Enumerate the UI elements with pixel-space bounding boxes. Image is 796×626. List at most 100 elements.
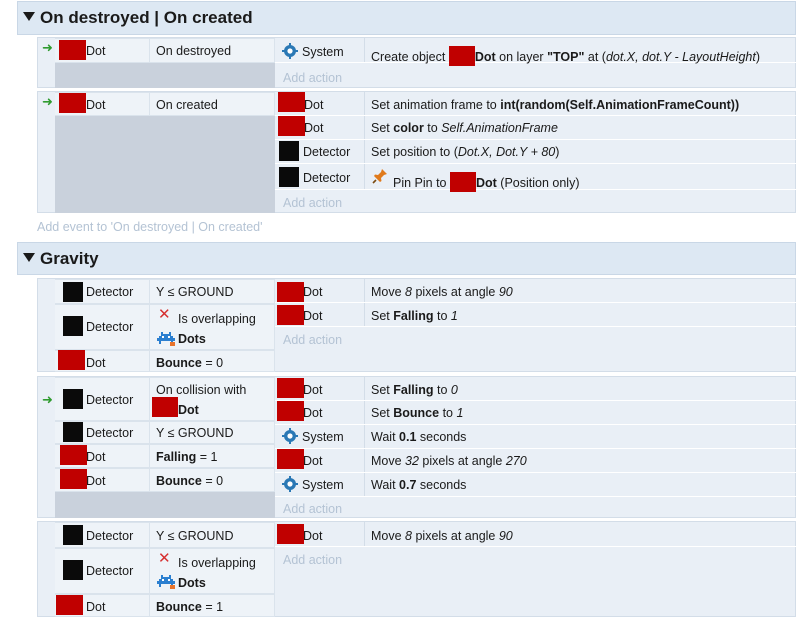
action-row[interactable] [275, 425, 796, 449]
dot-object-icon [277, 378, 304, 398]
object-name: Dot [86, 600, 106, 614]
action-text[interactable]: Set Bounce to 1 [371, 406, 463, 420]
add-event-link[interactable]: Add event to 'On destroyed | On created' [37, 220, 263, 234]
condition-text[interactable]: On created [156, 98, 218, 112]
object-name: Dot [178, 403, 199, 417]
family-name: Dots [178, 332, 206, 346]
action-row[interactable] [275, 449, 796, 473]
dot-object-icon [277, 401, 304, 421]
action-row[interactable] [275, 377, 796, 401]
gear-icon [282, 428, 298, 444]
group-title: Gravity [40, 249, 99, 268]
object-name: Dot [86, 356, 106, 370]
dot-object-icon [59, 40, 86, 60]
object-name: Dot [303, 285, 323, 299]
add-action-link[interactable]: Add action [283, 196, 342, 210]
action-row[interactable] [275, 522, 796, 547]
dot-object-icon [59, 93, 86, 113]
detector-object-icon [63, 282, 83, 302]
trigger-arrow-icon: ➜ [42, 94, 53, 109]
object-name: Dot [303, 383, 323, 397]
invert-x-icon: ✕ [158, 550, 171, 567]
condition-text[interactable]: On destroyed [156, 44, 231, 58]
group-header-on-destroyed[interactable]: On destroyed | On created [17, 1, 796, 35]
dot-object-icon [60, 469, 87, 489]
object-name: Dot [303, 309, 323, 323]
action-text[interactable]: Set color to Self.AnimationFrame [371, 121, 558, 135]
gear-icon [282, 476, 298, 492]
condition-text[interactable]: Bounce = 0 [156, 474, 223, 488]
action-text[interactable]: Pin Pin to Dot (Position only) [393, 172, 580, 192]
object-name: Detector [86, 320, 134, 334]
condition-text[interactable]: Bounce = 1 [156, 600, 223, 614]
dot-object-icon [277, 449, 304, 469]
dot-object-icon [449, 172, 476, 192]
object-name: Detector [303, 145, 351, 159]
system-label: System [302, 45, 344, 59]
action-text[interactable]: Set position to (Dot.X, Dot.Y + 80) [371, 145, 559, 159]
dot-object-icon [152, 397, 178, 417]
system-label: System [302, 430, 344, 444]
object-name: Dot [86, 450, 106, 464]
condition-text[interactable]: Is overlapping [178, 312, 256, 326]
invader-family-icon [157, 575, 175, 589]
condition-area [55, 491, 275, 518]
condition-text[interactable]: Y ≤ GROUND [156, 426, 233, 440]
object-name: Dot [303, 529, 323, 543]
condition-text[interactable]: Bounce = 0 [156, 356, 223, 370]
trigger-arrow-icon: ➜ [42, 392, 53, 407]
object-name: Detector [86, 564, 134, 578]
dot-object-icon [58, 350, 85, 370]
condition-text[interactable]: On collision with [156, 383, 246, 397]
action-row[interactable] [275, 473, 796, 497]
action-text[interactable]: Create object Dot on layer "TOP" at (dot… [371, 46, 760, 66]
dot-object-icon [60, 445, 87, 465]
action-text[interactable]: Set Falling to 1 [371, 309, 458, 323]
dot-object-icon [277, 305, 304, 325]
condition-text[interactable]: Y ≤ GROUND [156, 529, 233, 543]
object-name: Dot [303, 406, 323, 420]
group-title: On destroyed | On created [40, 8, 253, 27]
detector-object-icon [63, 316, 83, 336]
detector-object-icon [63, 525, 83, 545]
action-text[interactable]: Wait 0.7 seconds [371, 478, 466, 492]
action-row[interactable] [275, 303, 796, 327]
add-action-link[interactable]: Add action [283, 71, 342, 85]
detector-object-icon [63, 389, 83, 409]
dot-object-icon [448, 46, 475, 66]
condition-text[interactable]: Y ≤ GROUND [156, 285, 233, 299]
object-name: Dot [86, 44, 106, 58]
action-text[interactable]: Move 32 pixels at angle 270 [371, 454, 527, 468]
invader-family-icon [157, 332, 175, 346]
action-row[interactable] [275, 279, 796, 303]
condition-area [55, 62, 275, 88]
group-header-gravity[interactable]: Gravity [17, 242, 796, 275]
collapse-triangle-icon[interactable] [23, 12, 35, 21]
detector-object-icon [63, 422, 83, 442]
dot-object-icon [56, 595, 83, 615]
invert-x-icon: ✕ [158, 306, 171, 323]
add-action-link[interactable]: Add action [283, 502, 342, 516]
action-text[interactable]: Set animation frame to int(random(Self.A… [371, 98, 739, 112]
object-name: Detector [86, 393, 134, 407]
action-text[interactable]: Set Falling to 0 [371, 383, 458, 397]
collapse-triangle-icon[interactable] [23, 253, 35, 262]
action-text[interactable]: Wait 0.1 seconds [371, 430, 466, 444]
condition-text[interactable]: Falling = 1 [156, 450, 217, 464]
object-name: Detector [86, 426, 134, 440]
condition-text[interactable]: Is overlapping [178, 556, 256, 570]
system-label: System [302, 478, 344, 492]
object-name: Dot [304, 98, 324, 112]
gear-icon [282, 43, 298, 59]
add-action-link[interactable]: Add action [283, 553, 342, 567]
family-name: Dots [178, 576, 206, 590]
object-name: Detector [86, 529, 134, 543]
action-text[interactable]: Move 8 pixels at angle 90 [371, 529, 513, 543]
add-action-link[interactable]: Add action [283, 333, 342, 347]
action-row[interactable] [275, 401, 796, 425]
object-name: Dot [86, 474, 106, 488]
object-name: Dot [86, 98, 106, 112]
condition-area [55, 115, 275, 213]
object-name: Detector [303, 171, 351, 185]
action-text[interactable]: Move 8 pixels at angle 90 [371, 285, 513, 299]
